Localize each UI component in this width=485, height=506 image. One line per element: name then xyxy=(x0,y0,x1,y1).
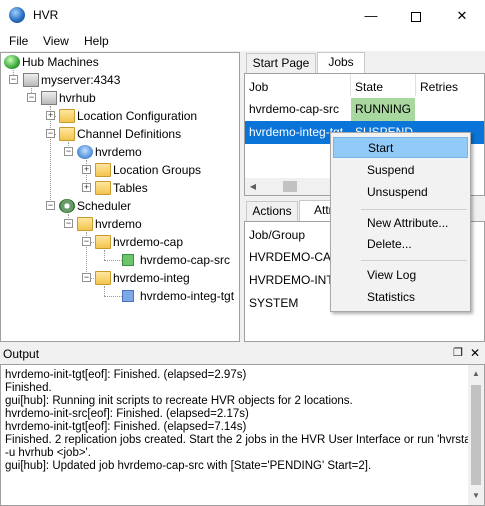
tree-label: hvrdemo xyxy=(95,145,142,159)
expand-toggle[interactable]: + xyxy=(82,183,91,192)
folder-icon xyxy=(59,127,75,141)
output-title: Output xyxy=(3,347,40,361)
scroll-thumb[interactable] xyxy=(283,181,297,192)
context-menu: Start Suspend Unsuspend New Attribute...… xyxy=(330,132,471,312)
log-line: -u hvrhub <job>'. xyxy=(5,447,91,459)
group-cell[interactable]: HVRDEMO-INTE xyxy=(249,273,333,287)
group-cell[interactable]: SYSTEM xyxy=(249,296,333,310)
menu-separator xyxy=(361,260,467,261)
vertical-scrollbar[interactable]: ▲ ▼ xyxy=(468,365,484,505)
log-line: hvrdemo-init-src[eof]: Finished. (elapse… xyxy=(5,408,249,420)
scroll-down-icon[interactable]: ▼ xyxy=(468,491,484,500)
folder-icon xyxy=(95,271,111,285)
log-line: hvrdemo-init-tgt[eof]: Finished. (elapse… xyxy=(5,369,247,381)
close-button[interactable]: ✕ xyxy=(439,0,485,31)
scheduler-icon xyxy=(59,199,75,213)
globe-icon xyxy=(4,55,20,69)
output-dock-header: Output ❐ ✕ xyxy=(0,344,485,364)
menu-item-suspend[interactable]: Suspend xyxy=(333,160,468,181)
tree-line xyxy=(104,250,105,260)
window-title: HVR xyxy=(33,8,59,22)
menu-item-unsuspend[interactable]: Unsuspend xyxy=(333,182,468,203)
tree-label: hvrdemo-cap-src xyxy=(140,253,231,267)
tree-label: hvrdemo-cap xyxy=(113,235,184,249)
tree-line xyxy=(104,296,122,297)
hub-tree: Hub Machines − myserver:4343 − hvrhub + … xyxy=(0,52,240,342)
tree-label: myserver:4343 xyxy=(41,73,121,87)
hub-server-icon xyxy=(41,91,57,105)
title-bar: HVR — ✕ xyxy=(0,0,485,31)
tree-label: hvrdemo xyxy=(95,217,142,231)
server-icon xyxy=(23,73,39,87)
tree-label: Location Groups xyxy=(113,163,202,177)
menu-item-view-log[interactable]: View Log xyxy=(333,265,468,286)
log-line: gui[hub]: Updated job hvrdemo-cap-src wi… xyxy=(5,460,372,472)
tree-line xyxy=(50,106,51,206)
tree-line xyxy=(104,260,122,261)
menu-file[interactable]: File xyxy=(9,34,28,48)
scroll-thumb[interactable] xyxy=(471,385,481,485)
channel-icon xyxy=(77,145,93,159)
menu-item-delete[interactable]: Delete... xyxy=(333,234,468,255)
column-header-retries[interactable]: Retries xyxy=(420,80,458,94)
collapse-toggle[interactable]: − xyxy=(46,201,55,210)
column-separator xyxy=(415,74,416,96)
folder-icon xyxy=(95,235,111,249)
menu-item-statistics[interactable]: Statistics xyxy=(333,287,468,308)
menu-view[interactable]: View xyxy=(43,34,69,48)
menu-help[interactable]: Help xyxy=(84,34,109,48)
menu-separator xyxy=(361,209,467,210)
log-line: Finished. xyxy=(5,382,52,394)
job-cell[interactable]: hvrdemo-cap-src xyxy=(249,102,349,116)
column-header-state[interactable]: State xyxy=(355,80,383,94)
scroll-left-icon[interactable]: ◀ xyxy=(245,182,261,191)
menu-bar: File View Help xyxy=(0,31,485,51)
tab-jobs[interactable]: Jobs xyxy=(317,52,365,74)
tree-line xyxy=(104,286,105,296)
collapse-toggle[interactable]: − xyxy=(82,273,91,282)
minimize-button[interactable]: — xyxy=(348,0,394,31)
column-header-job-group[interactable]: Job/Group xyxy=(249,228,305,242)
tree-label: hvrdemo-integ-tgt xyxy=(140,289,235,303)
tree-label: hvrdemo-integ xyxy=(113,271,190,285)
state-cell-running[interactable]: RUNNING xyxy=(351,98,415,121)
tab-actions[interactable]: Actions xyxy=(246,201,298,222)
float-window-icon[interactable]: ❐ xyxy=(453,346,463,359)
collapse-toggle[interactable]: − xyxy=(46,129,55,138)
collapse-toggle[interactable]: − xyxy=(64,219,73,228)
collapse-toggle[interactable]: − xyxy=(27,93,36,102)
menu-item-start[interactable]: Start xyxy=(333,137,468,158)
collapse-toggle[interactable]: − xyxy=(64,147,73,156)
maximize-button[interactable] xyxy=(393,0,439,31)
capture-job-icon xyxy=(122,254,134,266)
folder-icon xyxy=(77,217,93,231)
expand-toggle[interactable]: + xyxy=(82,165,91,174)
scroll-up-icon[interactable]: ▲ xyxy=(468,369,484,378)
group-cell[interactable]: HVRDEMO-CAP xyxy=(249,250,333,264)
menu-item-new-attribute[interactable]: New Attribute... xyxy=(333,213,468,234)
tab-start-page[interactable]: Start Page xyxy=(246,53,316,74)
log-line: gui[hub]: Running init scripts to recrea… xyxy=(5,395,353,407)
log-line: Finished. 2 replication jobs created. St… xyxy=(5,434,478,446)
maximize-icon xyxy=(411,11,421,22)
expand-toggle[interactable]: + xyxy=(46,111,55,120)
folder-icon xyxy=(95,163,111,177)
close-icon[interactable]: ✕ xyxy=(470,346,480,360)
tree-label: Location Configuration xyxy=(77,109,198,123)
integrate-job-icon xyxy=(122,290,134,302)
column-header-job[interactable]: Job xyxy=(249,80,268,94)
folder-icon xyxy=(95,181,111,195)
output-log[interactable]: hvrdemo-init-tgt[eof]: Finished. (elapse… xyxy=(0,364,485,506)
tree-label: Scheduler xyxy=(77,199,132,213)
tree-label: Tables xyxy=(113,181,148,195)
tree-label: Hub Machines xyxy=(22,55,99,69)
collapse-toggle[interactable]: − xyxy=(82,237,91,246)
tree-label: Channel Definitions xyxy=(77,127,182,141)
collapse-toggle[interactable]: − xyxy=(9,75,18,84)
hvr-app-icon xyxy=(9,7,25,23)
folder-icon xyxy=(59,109,75,123)
log-line: hvrdemo-init-tgt[eof]: Finished. (elapse… xyxy=(5,421,247,433)
tree-label: hvrhub xyxy=(59,91,96,105)
column-separator xyxy=(350,74,351,96)
